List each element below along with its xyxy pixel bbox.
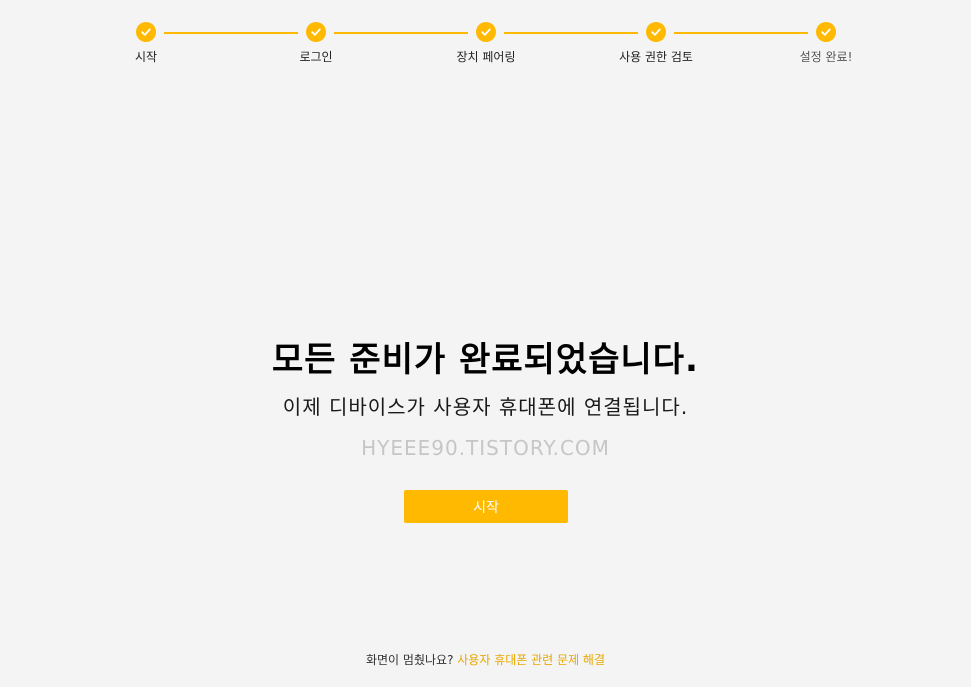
step-permission-review: 사용 권한 검토 <box>596 22 716 65</box>
page-subtitle: 이제 디바이스가 사용자 휴대폰에 연결됩니다. <box>282 394 689 419</box>
step-label: 시작 <box>134 50 158 64</box>
step-login: 로그인 <box>256 22 376 65</box>
check-icon <box>646 22 666 42</box>
troubleshoot-link[interactable]: 사용자 휴대폰 관련 문제 해결 <box>457 653 605 667</box>
step-setup-complete: 설정 완료! <box>766 22 886 65</box>
watermark: HYEEE90.TISTORY.COM <box>361 435 610 460</box>
step-label: 설정 완료! <box>799 50 853 64</box>
footer: 화면이 멈췄나요? 사용자 휴대폰 관련 문제 해결 <box>0 651 971 668</box>
step-device-pairing: 장치 페어링 <box>426 22 546 65</box>
step-label: 로그인 <box>299 50 333 64</box>
step-label: 장치 페어링 <box>456 50 516 64</box>
main-content: 모든 준비가 완료되었습니다. 이제 디바이스가 사용자 휴대폰에 연결됩니다.… <box>0 340 971 460</box>
page-title: 모든 준비가 완료되었습니다. <box>272 340 699 380</box>
check-icon <box>136 22 156 42</box>
progress-stepper: 시작 로그인 장치 페어링 사용 권한 검토 설정 완료! <box>0 0 971 80</box>
check-icon <box>476 22 496 42</box>
footer-question: 화면이 멈췄나요? <box>365 653 454 667</box>
step-label: 사용 권한 검토 <box>619 50 693 64</box>
step-start: 시작 <box>86 22 206 65</box>
check-icon <box>306 22 326 42</box>
start-button[interactable]: 시작 <box>404 490 568 523</box>
check-icon <box>816 22 836 42</box>
